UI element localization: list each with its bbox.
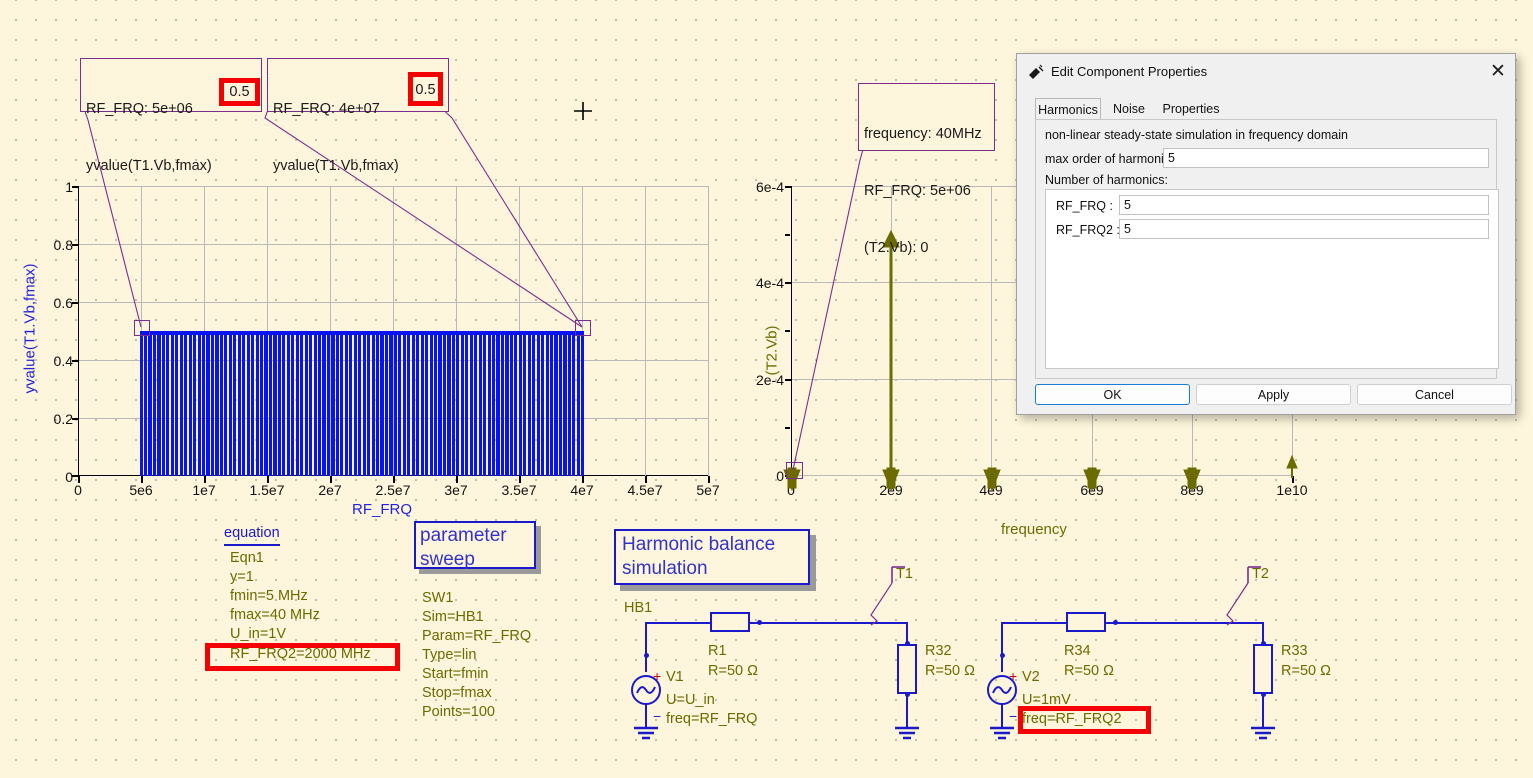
resistor-r33-name: R33 — [1281, 643, 1308, 659]
close-icon[interactable]: ✕ — [1490, 62, 1506, 81]
highlight-v2-freq — [1018, 706, 1151, 734]
resistor-r34-value: R=50 Ω — [1064, 663, 1114, 679]
ground-symbol — [990, 726, 1014, 740]
dialog-description: non-linear steady-state simulation in fr… — [1045, 128, 1348, 142]
tab-harmonics-label: Harmonics — [1038, 103, 1098, 117]
number-of-harmonics-label: Number of harmonics: — [1045, 173, 1168, 187]
apply-button[interactable]: Apply — [1196, 384, 1351, 405]
resistor-r34-name: R34 — [1064, 643, 1091, 659]
edit-component-properties-dialog[interactable]: Edit Component Properties ✕ Harmonics No… — [1016, 53, 1516, 415]
ground-symbol — [1251, 726, 1275, 740]
harmonic-rf-frq2-label: RF_FRQ2 : — [1056, 223, 1120, 237]
ok-button-label: OK — [1103, 388, 1122, 402]
harmonic-rf-frq2-input[interactable] — [1119, 219, 1489, 239]
resistor-r33-value: R=50 Ω — [1281, 663, 1331, 679]
apply-button-label: Apply — [1257, 388, 1290, 402]
harmonic-rf-frq-input[interactable] — [1119, 195, 1489, 215]
probe-t2-label: T2 — [1252, 566, 1269, 582]
tab-harmonics[interactable]: Harmonics — [1035, 98, 1101, 120]
cancel-button[interactable]: Cancel — [1357, 384, 1512, 405]
v2-name: V2 — [1022, 669, 1040, 685]
max-order-label: max order of harmonics: — [1045, 152, 1180, 166]
tab-noise-label: Noise — [1113, 102, 1145, 116]
ok-button[interactable]: OK — [1035, 384, 1190, 405]
cancel-button-label: Cancel — [1415, 388, 1454, 402]
resistor-r34[interactable] — [1066, 612, 1106, 632]
dialog-title: Edit Component Properties — [1051, 64, 1208, 79]
resistor-r33[interactable] — [1253, 644, 1273, 694]
tab-properties-label: Properties — [1162, 102, 1220, 116]
dialog-app-icon — [1029, 64, 1044, 79]
max-order-input[interactable] — [1163, 148, 1489, 168]
tab-properties[interactable]: Properties — [1157, 98, 1225, 120]
tab-noise[interactable]: Noise — [1103, 98, 1155, 120]
harmonics-list: RF_FRQ : RF_FRQ2 : — [1045, 189, 1499, 369]
harmonic-rf-frq-label: RF_FRQ : — [1056, 199, 1113, 213]
v2-plus-sign: + — [1009, 668, 1018, 684]
v2-minus-sign: − — [1009, 708, 1018, 724]
